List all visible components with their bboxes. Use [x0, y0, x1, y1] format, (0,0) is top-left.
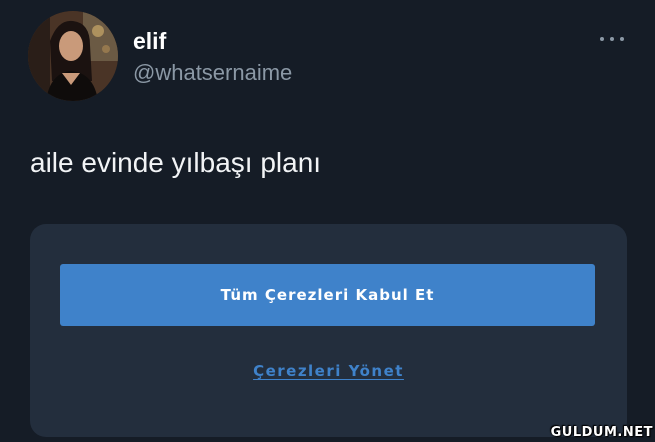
more-options-icon[interactable]	[598, 32, 626, 46]
avatar[interactable]	[28, 11, 118, 101]
manage-cookies-link[interactable]: Çerezleri Yönet	[30, 362, 627, 380]
tweet-text: aile evinde yılbaşı planı	[30, 147, 322, 178]
author-handle[interactable]: @whatsernaime	[133, 62, 292, 84]
accept-all-cookies-button[interactable]: Tüm Çerezleri Kabul Et	[60, 264, 595, 326]
cookie-consent-card: Tüm Çerezleri Kabul Et Çerezleri Yönet	[30, 224, 627, 437]
watermark: GULDUM.NET	[550, 425, 653, 440]
author-name[interactable]: elif	[133, 30, 166, 53]
profile-photo	[28, 11, 118, 101]
